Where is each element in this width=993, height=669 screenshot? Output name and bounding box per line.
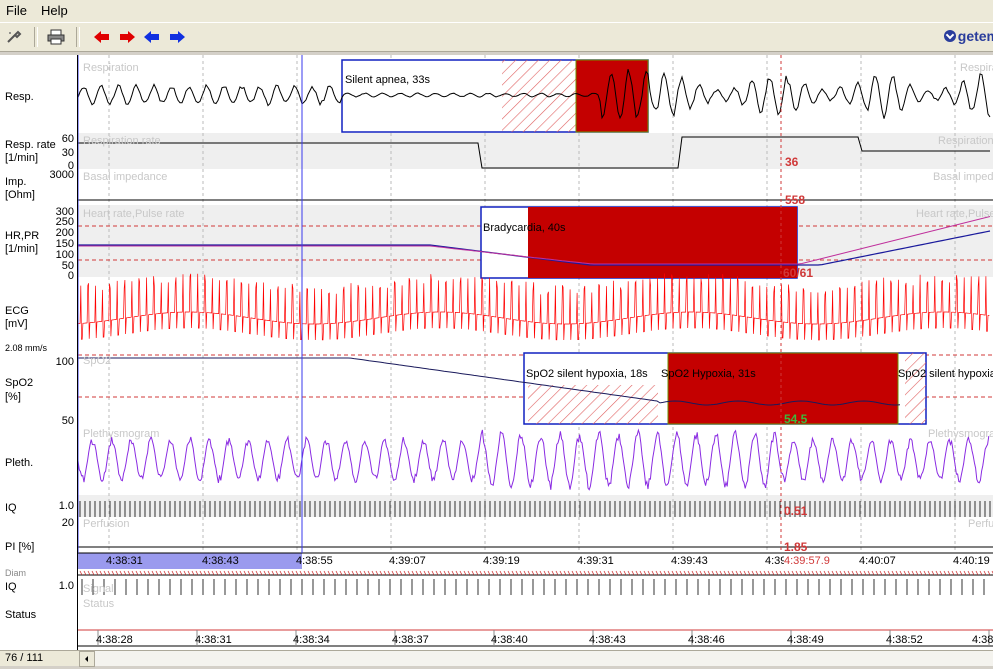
scale-resp-rate-mid: 30: [61, 147, 74, 159]
time-tick: 4:38:: [972, 634, 993, 646]
bg-label-spo2: SpO2: [83, 355, 112, 367]
bg-label-pi-right: Perfusion: [968, 518, 993, 530]
bg-label-status: Status: [83, 598, 115, 610]
print-icon[interactable]: [46, 27, 66, 47]
time-tick: 4:38:49: [787, 634, 824, 646]
time-tick: 4:38:52: [886, 634, 923, 646]
time-tick: 4:39:31: [577, 555, 614, 567]
time-tick: 4:39:43: [671, 555, 708, 567]
event-label-silent-hypoxia-2[interactable]: SpO2 silent hypoxia: [898, 368, 993, 380]
bg-label-hr: Heart rate,Pulse rate: [83, 208, 185, 220]
toolbar-separator: [76, 27, 80, 47]
time-tick: 4:40:07: [859, 555, 896, 567]
waveform-pleth: [77, 428, 990, 491]
scale-resp-rate-top: 60: [61, 133, 74, 145]
channel-unit-spo2: [%]: [5, 391, 21, 403]
bg-label-resp-rate: Respiration rate: [83, 135, 161, 147]
lower-signal: [81, 579, 985, 595]
time-tick: 4:39:19: [483, 555, 520, 567]
value-hr: 60/61: [783, 266, 814, 280]
lower-status-strip: [79, 570, 993, 576]
time-tick: 4:38:40: [491, 634, 528, 646]
time-tick: 4:38:31: [195, 634, 232, 646]
menu-bar: File Help: [0, 0, 993, 22]
scale-hr-0: 0: [67, 270, 74, 282]
bg-label-pleth-right: Plethysmogram: [928, 428, 993, 440]
arrow-right-red-icon[interactable]: [117, 27, 137, 47]
band-resp-rate: [78, 133, 993, 169]
bg-label-resp-right: Respiration: [960, 62, 993, 74]
value-pi: 1.85: [784, 540, 808, 554]
value-iq: 0.51: [784, 504, 808, 518]
status-bar: 76 / 111: [0, 650, 993, 667]
scale-spo2-low: 50: [61, 415, 74, 427]
recording-viewer: Resp. Resp. rate [1/min] 60 30 0 Imp. [O…: [0, 55, 993, 650]
menu-help[interactable]: Help: [41, 3, 68, 18]
bg-label-imp: Basal impedance: [83, 171, 168, 183]
event-label-silent-hypoxia[interactable]: SpO2 silent hypoxia, 18s: [526, 368, 648, 380]
bg-label-hr-right: Heart rate,Pulse rate: [916, 208, 993, 220]
channel-label-ecg: ECG: [5, 305, 29, 317]
toolbar-separator: [34, 27, 38, 47]
time-tick: 4:38:43: [202, 555, 239, 567]
scale-imp-top: 3000: [49, 169, 74, 181]
event-label-hypoxia[interactable]: SpO2 Hypoxia, 31s: [661, 368, 756, 380]
event-label-bradycardia[interactable]: Bradycardia, 40s: [483, 222, 566, 234]
lower-top-label: Diam: [5, 568, 27, 578]
arrow-left-blue-icon[interactable]: [142, 27, 162, 47]
brand-logo-icon: [943, 30, 956, 42]
brand-name: getem: [957, 28, 993, 44]
scale-spo2-top: 100: [55, 356, 74, 368]
time-tick: 4:38:28: [96, 634, 133, 646]
time-tick: 4:38:46: [688, 634, 725, 646]
event-hatch: [905, 353, 926, 424]
time-tick: 4:39:07: [389, 555, 426, 567]
time-tick: 4:38:34: [293, 634, 330, 646]
menu-file[interactable]: File: [6, 3, 27, 18]
channel-label-spo2: SpO2: [5, 377, 34, 389]
ecg-speed: 2.08 mm/s: [5, 343, 48, 353]
lower-iq-scale: 1.0: [58, 580, 74, 592]
time-tick: 4:38:55: [296, 555, 333, 567]
scale-pi: 20: [61, 517, 74, 529]
time-tick: 4:38:31: [106, 555, 143, 567]
channel-label-pi: PI [%]: [5, 541, 35, 553]
bg-label-pi: Perfusion: [83, 518, 130, 530]
time-tick: 4:38:37: [392, 634, 429, 646]
bg-label-imp-right: Basal impedance: [933, 171, 993, 183]
arrow-left-red-icon[interactable]: [92, 27, 112, 47]
bg-label-resp-rate-right: Respiration rate: [938, 135, 993, 147]
channel-unit-imp: [Ohm]: [5, 189, 35, 201]
event-label-apnea[interactable]: Silent apnea, 33s: [345, 74, 430, 86]
bg-label-signal: Signal: [83, 583, 114, 595]
value-imp: 558: [785, 193, 806, 207]
event-hatch: [528, 385, 658, 424]
channel-label-pleth: Pleth.: [5, 457, 34, 469]
value-spo2: 54.5: [784, 412, 808, 426]
tool-icon[interactable]: [4, 27, 24, 47]
time-tick: 4:40:19: [953, 555, 990, 567]
channel-unit-ecg: [mV]: [5, 318, 28, 330]
channel-labels: Resp. Resp. rate [1/min] 60 30 0 Imp. [O…: [0, 55, 78, 650]
brand-logo: getem: [943, 28, 993, 44]
waveform-ecg: [77, 273, 990, 341]
bg-label-pleth: Plethysmogram: [83, 428, 160, 440]
scale-iq: 1.0: [58, 500, 74, 512]
event-fill: [528, 207, 797, 278]
horizontal-scrollbar[interactable]: [95, 651, 993, 666]
toolbar: getem: [0, 22, 993, 52]
bg-label-resp: Respiration: [83, 62, 139, 74]
event-fill: [667, 352, 899, 425]
page-counter: 76 / 111: [5, 652, 44, 664]
channel-label-resp: Resp.: [5, 91, 34, 103]
arrow-right-blue-icon[interactable]: [167, 27, 187, 47]
lower-status-label: Status: [5, 609, 37, 621]
cursor-time: 4:39:57.9: [784, 555, 830, 567]
time-tick: 4:38:43: [589, 634, 626, 646]
value-resp-rate: 36: [785, 155, 799, 169]
